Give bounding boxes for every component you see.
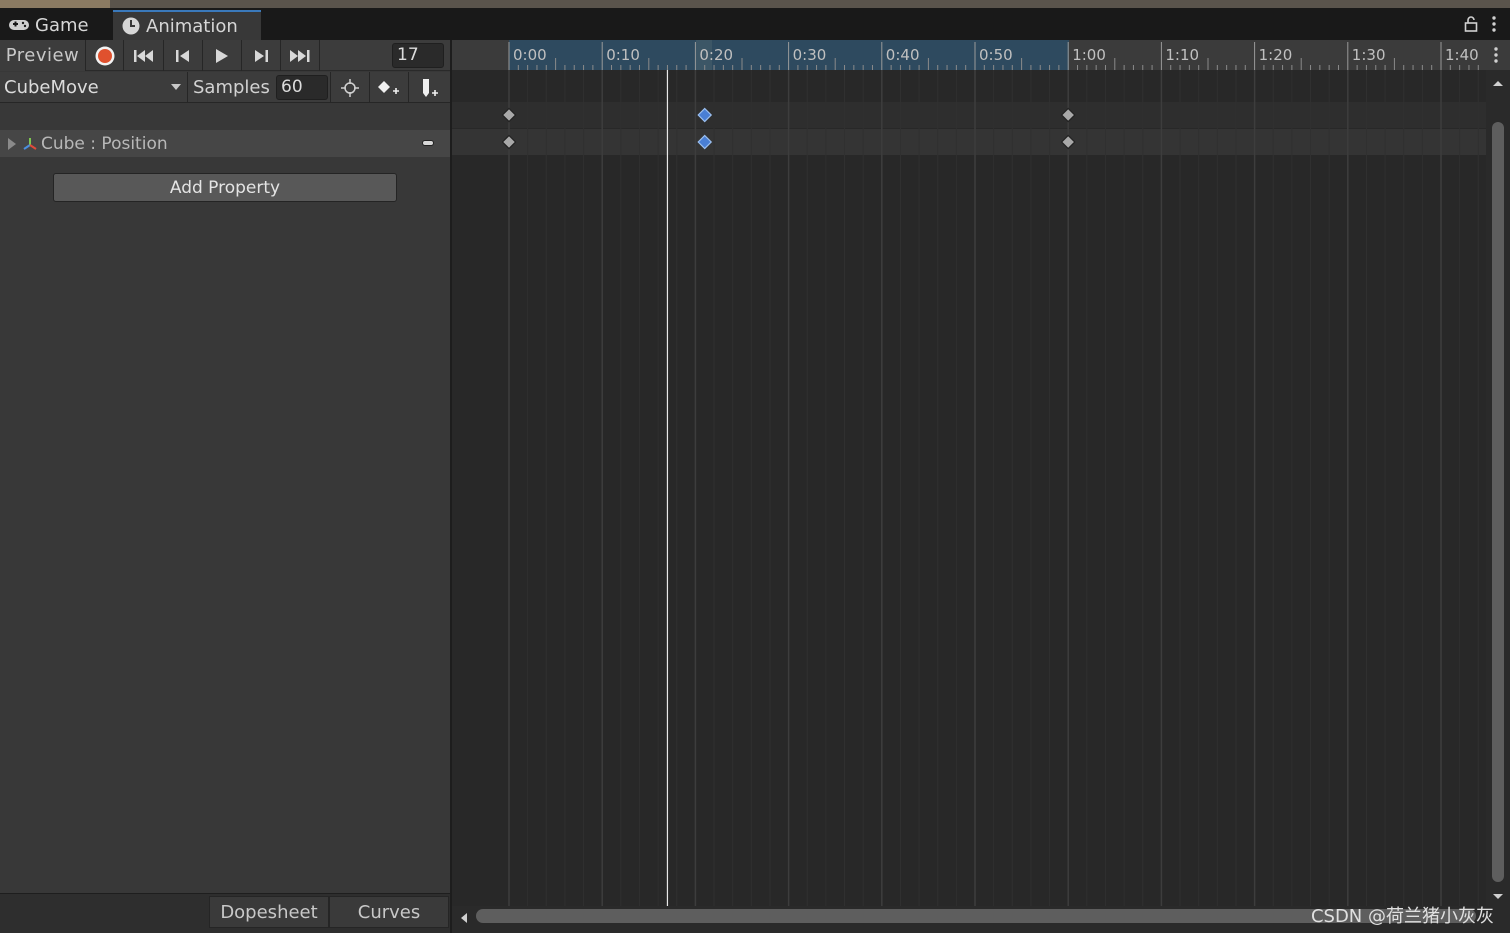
- foldout-arrow-icon[interactable]: [8, 137, 16, 150]
- keyframe: [1060, 134, 1076, 150]
- step-back-icon: [176, 49, 189, 62]
- keyframe-layer: [501, 107, 1076, 150]
- remove-property-icon[interactable]: [422, 140, 434, 146]
- prev-keyframe-button[interactable]: [164, 40, 203, 71]
- add-event-icon: [422, 78, 438, 97]
- clip-dropdown[interactable]: CubeMove: [0, 72, 188, 103]
- vertical-scrollbar[interactable]: [1486, 70, 1510, 906]
- keyframe: [1060, 107, 1076, 123]
- clock-icon: [121, 16, 141, 36]
- dopesheet-timeline[interactable]: 0:00 0:10 0:20 0:30 0:40 0:50 1:00 1:10 1:20 1:30…: [452, 40, 1510, 933]
- crosshair-icon: [341, 78, 359, 97]
- last-keyframe-button[interactable]: [281, 40, 320, 71]
- record-icon: [95, 46, 114, 65]
- skip-to-start-icon: [134, 49, 153, 62]
- property-row-cube-position[interactable]: Cube : Position: [0, 130, 450, 157]
- scroll-left-icon[interactable]: [456, 906, 472, 930]
- chevron-down-icon: [171, 84, 181, 90]
- add-keyframe-button[interactable]: [369, 72, 408, 103]
- view-mode-tabs: Dopesheet Curves: [0, 893, 450, 933]
- tab-game-label: Game: [35, 14, 89, 36]
- scroll-up-icon[interactable]: [1486, 74, 1510, 94]
- skip-to-end-icon: [290, 49, 310, 62]
- animation-left-panel: Preview 17 CubeMove Samples 60 Cube: Po…: [0, 40, 450, 933]
- timeline-grid: [508, 70, 1479, 906]
- vertical-scroll-thumb[interactable]: [1492, 122, 1504, 882]
- play-button[interactable]: [203, 40, 242, 71]
- samples-label: Samples: [193, 77, 270, 98]
- first-keyframe-button[interactable]: [125, 40, 164, 71]
- current-frame-field[interactable]: 17: [392, 43, 444, 68]
- tab-dopesheet[interactable]: Dopesheet: [209, 896, 329, 928]
- watermark-text: CSDN @荷兰猪小灰灰: [1310, 906, 1494, 927]
- transform-axis-icon: [22, 136, 38, 152]
- tab-game[interactable]: Game: [0, 10, 112, 40]
- snap-button[interactable]: [330, 72, 369, 103]
- samples-field[interactable]: 60: [276, 75, 328, 100]
- add-property-button[interactable]: Add Property: [53, 173, 397, 202]
- keyframe-selected: [697, 134, 713, 150]
- tab-curves[interactable]: Curves: [329, 896, 449, 928]
- tab-animation[interactable]: Animation: [113, 10, 261, 40]
- timeline-menu-icon[interactable]: [1494, 47, 1498, 67]
- add-keyframe-icon: [378, 80, 399, 94]
- keyframe-selected: [697, 107, 713, 123]
- window-top-strip: [0, 0, 1510, 8]
- step-forward-icon: [255, 49, 268, 62]
- add-event-button[interactable]: [408, 72, 450, 103]
- keyframe: [501, 107, 517, 123]
- lock-icon[interactable]: [1464, 16, 1478, 36]
- gamepad-icon: [8, 18, 30, 32]
- record-button[interactable]: [86, 40, 124, 71]
- keyframe: [501, 134, 517, 150]
- preview-button[interactable]: Preview: [0, 40, 86, 71]
- clip-name: CubeMove: [4, 77, 99, 98]
- play-icon: [216, 48, 228, 63]
- property-label: Cube : Position: [41, 133, 168, 154]
- next-keyframe-button[interactable]: [242, 40, 281, 71]
- window-tab-bar: Game Animation: [0, 8, 1510, 40]
- playback-toolbar: Preview 17: [0, 40, 450, 71]
- more-menu-icon[interactable]: [1492, 16, 1496, 36]
- tab-animation-label: Animation: [146, 15, 238, 37]
- clip-toolbar: CubeMove Samples 60: [0, 72, 450, 103]
